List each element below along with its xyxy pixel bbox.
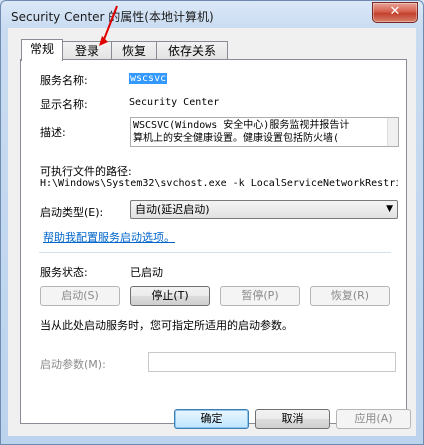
tab-general[interactable]: 常规: [21, 39, 63, 61]
path-value[interactable]: H:\Windows\System32\svchost.exe -k Local…: [40, 178, 398, 189]
start-button[interactable]: 启动(S): [40, 286, 120, 306]
display-name-label: 显示名称:: [40, 98, 88, 111]
startup-type-value: 自动(延迟启动): [135, 203, 210, 216]
pause-button[interactable]: 暂停(P): [220, 286, 300, 306]
general-panel: 服务名称: wscsvc 显示名称: Security Center 描述: W…: [20, 59, 407, 424]
description-box[interactable]: WSCSVC(Windows 安全中心)服务监视并报告计 算机上的安全健康设置。…: [130, 117, 399, 147]
help-configure-link[interactable]: 帮助我配置服务启动选项。: [43, 229, 175, 245]
startup-params-hint: 当从此处启动服务时，您可指定所适用的启动参数。: [40, 319, 293, 332]
close-button[interactable]: ✕: [372, 2, 418, 23]
service-name-label: 服务名称:: [40, 74, 88, 87]
startup-params-input[interactable]: [148, 352, 396, 372]
service-name-value[interactable]: wscsvc: [129, 73, 168, 84]
description-line-1: WSCSVC(Windows 安全中心)服务监视并报告计: [133, 120, 350, 131]
startup-type-label: 启动类型(E):: [40, 206, 104, 219]
tab-dependencies[interactable]: 依存关系: [156, 41, 228, 59]
cancel-button[interactable]: 取消: [255, 409, 330, 429]
description-scrollbar[interactable]: [387, 118, 398, 146]
description-label: 描述:: [40, 126, 66, 139]
red-arrow-annotation: [99, 5, 118, 46]
dialog-client: 常规 登录 恢复 依存关系 服务名称: wscsvc 显示名称: Securit…: [8, 28, 416, 436]
properties-window: Security Center 的属性(本地计算机) ✕ 常规 登录 恢复 依存…: [0, 0, 424, 445]
chevron-down-icon: ▼: [386, 204, 393, 214]
close-icon: ✕: [389, 4, 401, 19]
resume-button[interactable]: 恢复(R): [310, 286, 390, 306]
status-label: 服务状态:: [40, 266, 88, 279]
startup-type-dropdown[interactable]: 自动(延迟启动) ▼: [130, 200, 398, 219]
description-line-2: 算机上的安全健康设置。健康设置包括防火墙(: [133, 133, 340, 144]
apply-button[interactable]: 应用(A): [336, 409, 411, 429]
status-value: 已启动: [130, 266, 163, 279]
display-name-value[interactable]: Security Center: [129, 97, 219, 108]
path-label: 可执行文件的路径:: [40, 165, 132, 178]
divider: [39, 252, 391, 253]
stop-button[interactable]: 停止(T): [130, 286, 210, 306]
ok-button[interactable]: 确定: [174, 409, 249, 429]
startup-params-label: 启动参数(M):: [40, 358, 106, 371]
